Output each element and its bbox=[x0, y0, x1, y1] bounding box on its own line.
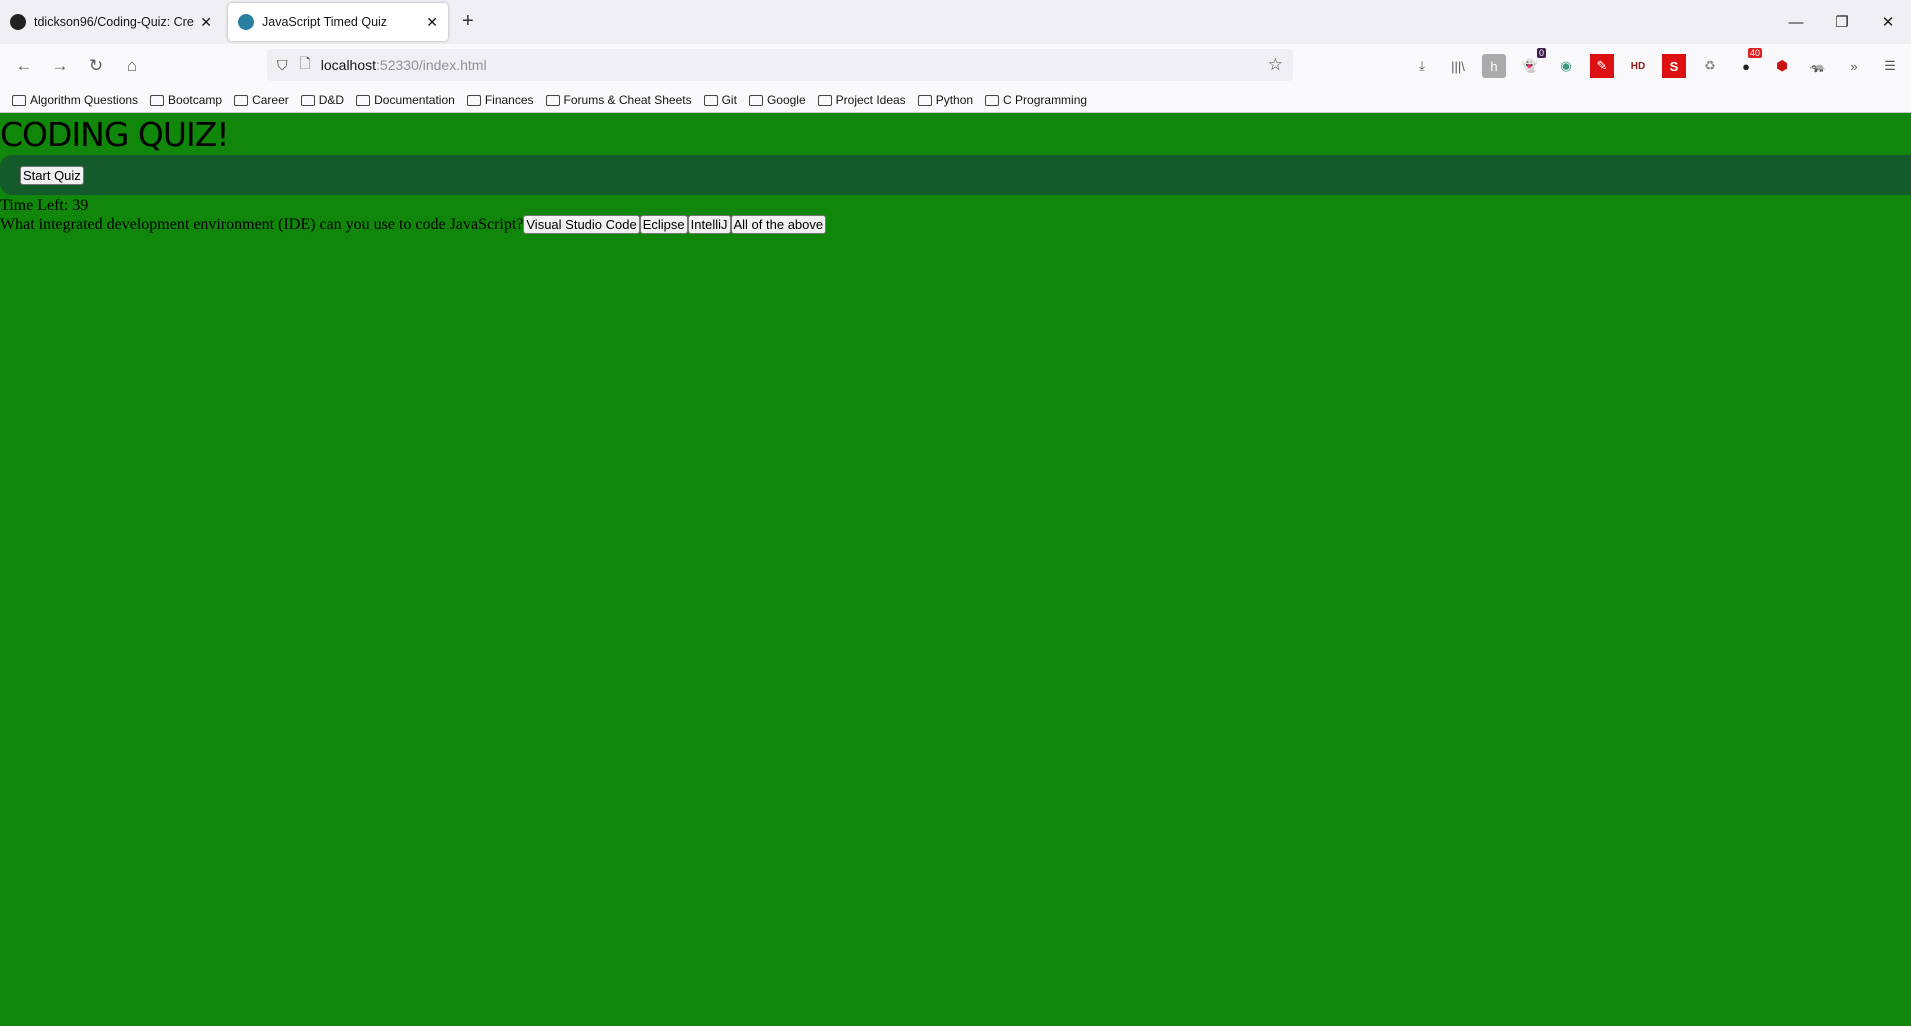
bookmark-label: Python bbox=[935, 93, 974, 107]
bookmark-label: Bootcamp bbox=[168, 93, 223, 107]
bookmark-folder[interactable]: Git bbox=[703, 93, 737, 107]
folder-icon bbox=[985, 94, 1000, 106]
menu-icon[interactable]: ☰ bbox=[1878, 54, 1902, 78]
start-quiz-button[interactable]: Start Quiz bbox=[20, 165, 84, 185]
ghostery-icon[interactable]: 👻 0 bbox=[1518, 48, 1546, 78]
nav-bar: ← → ↻ ⌂ ⛉ 🗋 localhost:52330/index.html ☆… bbox=[0, 44, 1911, 88]
folder-icon bbox=[817, 94, 832, 106]
page-icon[interactable]: 🗋 bbox=[300, 53, 311, 77]
url-host: localhost bbox=[320, 57, 377, 73]
bookmark-label: D&D bbox=[318, 93, 345, 107]
bookmark-folder[interactable]: Algorithm Questions bbox=[12, 93, 138, 107]
folder-icon bbox=[748, 94, 763, 106]
bookmark-folder[interactable]: Bootcamp bbox=[150, 93, 222, 107]
answer-button[interactable]: All of the above bbox=[730, 215, 827, 234]
tab-label: tdickson96/Coding-Quiz: Creati bbox=[34, 15, 195, 29]
bookmark-label: Finances bbox=[484, 93, 534, 107]
shield-icon[interactable]: ⛉ bbox=[277, 57, 288, 74]
tab-bar: tdickson96/Coding-Quiz: Creati ✕ JavaScr… bbox=[0, 0, 1911, 44]
tab-quiz[interactable]: JavaScript Timed Quiz ✕ bbox=[228, 3, 448, 41]
badge: 0 bbox=[1536, 48, 1546, 58]
bookmark-folder[interactable]: Documentation bbox=[356, 93, 455, 107]
folder-icon bbox=[917, 94, 932, 106]
page-favicon-icon bbox=[238, 14, 254, 30]
bookmark-folder[interactable]: Finances bbox=[466, 93, 534, 107]
folder-icon bbox=[234, 94, 249, 106]
answer-button[interactable]: IntelliJ bbox=[687, 215, 731, 234]
folder-icon bbox=[356, 94, 371, 106]
folder-icon bbox=[12, 94, 26, 106]
s-extension-icon[interactable]: S bbox=[1662, 54, 1686, 78]
question-text: What integrated development environment … bbox=[0, 215, 524, 233]
bookmark-folder[interactable]: Google bbox=[748, 93, 806, 107]
bookmark-folder[interactable]: Project Ideas bbox=[817, 93, 906, 107]
bookmark-folder[interactable]: Career bbox=[234, 93, 289, 107]
bookmark-label: Project Ideas bbox=[835, 93, 906, 107]
reload-icon[interactable]: ↻ bbox=[78, 56, 114, 76]
bookmark-label: Career bbox=[252, 93, 289, 107]
bookmark-label: Documentation bbox=[374, 93, 455, 107]
bookmark-folder[interactable]: C Programming bbox=[985, 93, 1087, 107]
tab-github[interactable]: tdickson96/Coding-Quiz: Creati ✕ bbox=[0, 3, 222, 41]
folder-icon bbox=[545, 94, 560, 106]
folder-icon bbox=[150, 94, 165, 106]
bookmark-label: Forums & Cheat Sheets bbox=[563, 93, 692, 107]
github-icon bbox=[10, 14, 26, 30]
back-icon[interactable]: ← bbox=[6, 56, 42, 76]
url-bar[interactable]: ⛉ 🗋 localhost:52330/index.html ☆ bbox=[267, 49, 1293, 81]
restore-icon[interactable]: ❐ bbox=[1819, 0, 1865, 44]
wand-extension-icon[interactable]: ✎ bbox=[1590, 54, 1614, 78]
minimize-icon[interactable]: — bbox=[1773, 0, 1819, 44]
bookmark-folder[interactable]: Python bbox=[917, 93, 974, 107]
bookmark-label: Git bbox=[721, 93, 737, 107]
extension-animal-icon[interactable]: 🦡 bbox=[1806, 54, 1830, 78]
question-row: What integrated development environment … bbox=[0, 215, 1911, 234]
extension-c-icon[interactable]: ◉ bbox=[1554, 54, 1578, 78]
bookmark-folder[interactable]: D&D bbox=[300, 93, 345, 107]
time-left: Time Left: 39 bbox=[0, 197, 89, 214]
close-tab-icon[interactable]: ✕ bbox=[426, 14, 438, 31]
library-icon[interactable]: |||\ bbox=[1446, 54, 1470, 78]
quiz-nav: Start Quiz bbox=[0, 155, 1911, 195]
new-tab-button[interactable]: + bbox=[462, 10, 474, 33]
bookmark-label: Algorithm Questions bbox=[30, 93, 139, 107]
tab-label: JavaScript Timed Quiz bbox=[262, 15, 388, 29]
bookmarks-bar: Algorithm Questions Bootcamp Career D&D Docu… bbox=[0, 88, 1911, 113]
bookmark-label: C Programming bbox=[1003, 93, 1088, 107]
url-path: :52330/index.html bbox=[376, 57, 487, 73]
bookmark-label: Google bbox=[766, 93, 806, 107]
overflow-chevron-icon[interactable]: » bbox=[1842, 54, 1866, 78]
extension-40-icon[interactable]: ● 40 bbox=[1734, 48, 1762, 78]
answer-button[interactable]: Eclipse bbox=[639, 215, 688, 234]
b-extension-icon[interactable]: ⬢ bbox=[1770, 54, 1794, 78]
page-title: CODING QUIZ! bbox=[0, 115, 230, 154]
badge: 40 bbox=[1747, 48, 1762, 58]
home-icon[interactable]: ⌂ bbox=[114, 56, 150, 76]
folder-icon bbox=[300, 94, 315, 106]
forward-icon[interactable]: → bbox=[42, 56, 78, 76]
hd-extension-icon[interactable]: HD bbox=[1626, 54, 1650, 78]
downloads-icon[interactable]: ⤓ bbox=[1410, 54, 1434, 78]
folder-icon bbox=[466, 94, 481, 106]
folder-icon bbox=[703, 94, 718, 106]
extension-h-icon[interactable]: h bbox=[1482, 54, 1506, 78]
answer-button[interactable]: Visual Studio Code bbox=[523, 215, 640, 234]
bookmark-star-icon[interactable]: ☆ bbox=[1268, 55, 1283, 75]
close-tab-icon[interactable]: ✕ bbox=[200, 14, 212, 31]
close-window-icon[interactable]: ✕ bbox=[1865, 0, 1911, 44]
bookmark-folder[interactable]: Forums & Cheat Sheets bbox=[545, 93, 692, 107]
recycle-extension-icon[interactable]: ♻ bbox=[1698, 54, 1722, 78]
